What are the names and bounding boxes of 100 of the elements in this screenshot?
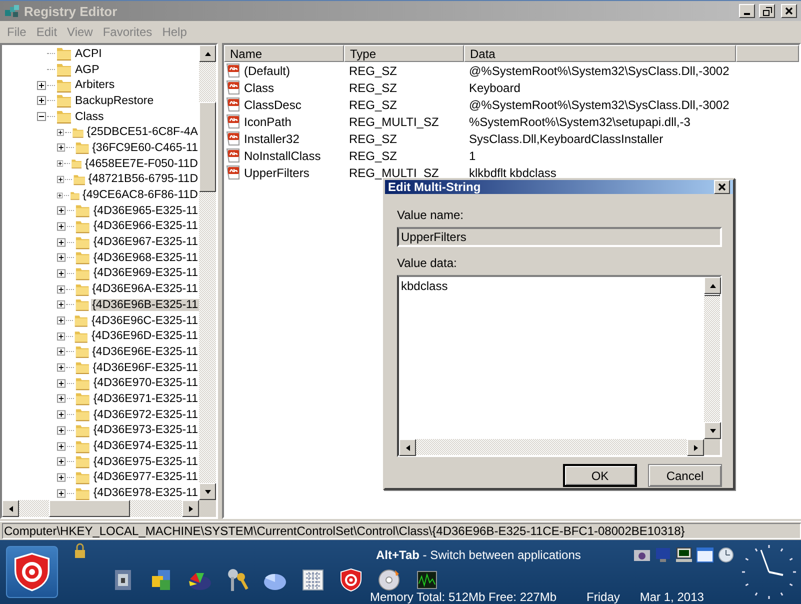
scrollbar[interactable]	[199, 45, 216, 500]
value-name[interactable]: IconPath	[244, 114, 292, 128]
expand-icon[interactable]	[57, 143, 66, 152]
tree-item[interactable]: {4D36E972-E325-11	[92, 408, 199, 421]
expand-icon[interactable]	[57, 394, 66, 404]
tree-item[interactable]: {48721B56-6795-11D	[87, 173, 199, 186]
tree-item[interactable]: {4D36E978-E325-11	[92, 487, 199, 500]
scroll-right-button[interactable]	[182, 500, 199, 517]
folder-icon	[74, 140, 90, 156]
activity-monitor-icon	[416, 571, 438, 589]
tree-item[interactable]: {49CE6AC8-6F86-11D	[82, 189, 199, 202]
tree-item[interactable]: {4D36E96E-E325-11	[91, 346, 199, 358]
expand-icon[interactable]	[57, 457, 66, 466]
scroll-down-button[interactable]	[704, 422, 721, 439]
expand-icon[interactable]	[57, 363, 66, 372]
expand-icon[interactable]	[57, 488, 66, 498]
tree-item[interactable]: Class	[74, 110, 105, 123]
value-name[interactable]: NoInstallClass	[244, 148, 321, 162]
arrow-up-icon	[708, 282, 716, 290]
expand-icon[interactable]	[57, 472, 66, 482]
close-button[interactable]	[714, 180, 730, 194]
tree-item[interactable]: Arbiters	[74, 79, 116, 92]
expand-icon[interactable]	[57, 222, 66, 231]
camera-icon[interactable]	[633, 547, 651, 563]
expand-icon[interactable]	[57, 174, 64, 184]
tree-item[interactable]: AGP	[74, 64, 100, 76]
scroll-down-button[interactable]	[199, 483, 216, 500]
collapse-icon[interactable]	[37, 112, 46, 122]
scrollbar[interactable]	[704, 277, 720, 439]
scrollbar[interactable]	[399, 439, 704, 455]
computer-icon[interactable]	[675, 547, 693, 563]
close-button[interactable]	[781, 4, 797, 18]
scroll-left-button[interactable]	[399, 439, 416, 456]
expand-icon[interactable]	[57, 159, 64, 168]
tree-item[interactable]: {4D36E971-E325-11	[92, 392, 199, 405]
tree-item[interactable]: {4D36E96C-E325-11	[90, 314, 199, 327]
string-value-icon	[226, 80, 242, 95]
scroll-up-button[interactable]	[704, 277, 721, 294]
tree-item[interactable]: {25DBCE51-6C8F-4A	[86, 126, 199, 138]
tree-item[interactable]: {4D36E96B-E325-11	[91, 298, 199, 311]
tree-item[interactable]: {4D36E96A-E325-11	[91, 283, 199, 296]
expand-icon[interactable]	[57, 190, 63, 200]
expand-icon[interactable]	[57, 426, 66, 435]
expand-icon[interactable]	[57, 253, 66, 262]
scroll-right-button[interactable]	[687, 439, 704, 456]
expand-icon[interactable]	[57, 442, 66, 451]
tree-item[interactable]: {4D36E970-E325-11	[92, 377, 199, 390]
value-name-field[interactable]: UpperFilters	[397, 227, 722, 247]
expand-icon[interactable]	[57, 410, 66, 420]
expand-icon[interactable]	[57, 238, 66, 247]
expand-icon[interactable]	[57, 378, 66, 388]
tree-item[interactable]: {4D36E967-E325-11	[92, 236, 199, 248]
value-data-box[interactable]: kbdclass	[397, 275, 722, 457]
tree-item[interactable]: {4D36E96F-E325-11	[92, 362, 199, 374]
value-name[interactable]: UpperFilters	[244, 166, 310, 180]
tree-item[interactable]: {4D36E973-E325-11	[92, 424, 199, 436]
clock-icon[interactable]	[717, 547, 735, 563]
expand-icon[interactable]	[57, 300, 66, 310]
tree-item[interactable]: {4D36E96D-E325-11	[90, 330, 199, 342]
tree-item[interactable]: {4658EE7E-F050-11D	[84, 158, 199, 170]
scrollbar[interactable]	[2, 500, 199, 517]
tree-item[interactable]: {4D36E974-E325-11	[92, 440, 199, 452]
window-icon[interactable]	[696, 547, 714, 563]
dialog-button[interactable]: Cancel	[648, 464, 722, 487]
tree-item[interactable]: {4D36E966-E325-11	[92, 220, 199, 232]
scroll-thumb[interactable]	[199, 102, 216, 192]
column-header[interactable]: Name	[224, 45, 344, 62]
tree-item[interactable]: {4D36E969-E325-11	[92, 267, 199, 280]
column-header[interactable]	[736, 45, 799, 62]
scroll-up-button[interactable]	[199, 45, 216, 62]
expand-icon[interactable]	[37, 96, 46, 106]
value-name[interactable]: Installer32	[244, 132, 300, 146]
shield-icon	[339, 568, 363, 592]
tree-item[interactable]: {36FC9E60-C465-11	[91, 142, 199, 154]
scroll-thumb[interactable]	[49, 500, 130, 517]
tree-item[interactable]: ACPI	[74, 48, 103, 60]
tree-item[interactable]: {4D36E975-E325-11	[92, 456, 199, 468]
start-button[interactable]	[6, 546, 58, 598]
maximize-button[interactable]	[759, 4, 775, 18]
expand-icon[interactable]	[57, 332, 66, 341]
column-header[interactable]: Data	[464, 45, 736, 62]
tree-item[interactable]: BackupRestore	[74, 94, 155, 107]
value-name[interactable]: (Default)	[244, 64, 290, 78]
dialog-button[interactable]: OK	[563, 464, 637, 487]
value-name[interactable]: Class	[244, 80, 274, 94]
scroll-thumb[interactable]	[704, 294, 720, 296]
expand-icon[interactable]	[57, 284, 66, 294]
expand-icon[interactable]	[57, 128, 64, 137]
tree-item[interactable]: {4D36E965-E325-11	[92, 204, 199, 217]
expand-icon[interactable]	[57, 268, 66, 278]
expand-icon[interactable]	[37, 80, 46, 90]
tree-item[interactable]: {4D36E977-E325-11	[92, 471, 199, 484]
value-name[interactable]: ClassDesc	[244, 98, 302, 112]
expand-icon[interactable]	[57, 347, 66, 356]
expand-icon[interactable]	[57, 316, 66, 326]
tree-item[interactable]: {4D36E968-E325-11	[92, 252, 199, 264]
column-header[interactable]: Type	[344, 45, 464, 62]
expand-icon[interactable]	[57, 206, 66, 216]
minimize-button[interactable]	[739, 4, 755, 18]
scroll-left-button[interactable]	[2, 500, 19, 517]
